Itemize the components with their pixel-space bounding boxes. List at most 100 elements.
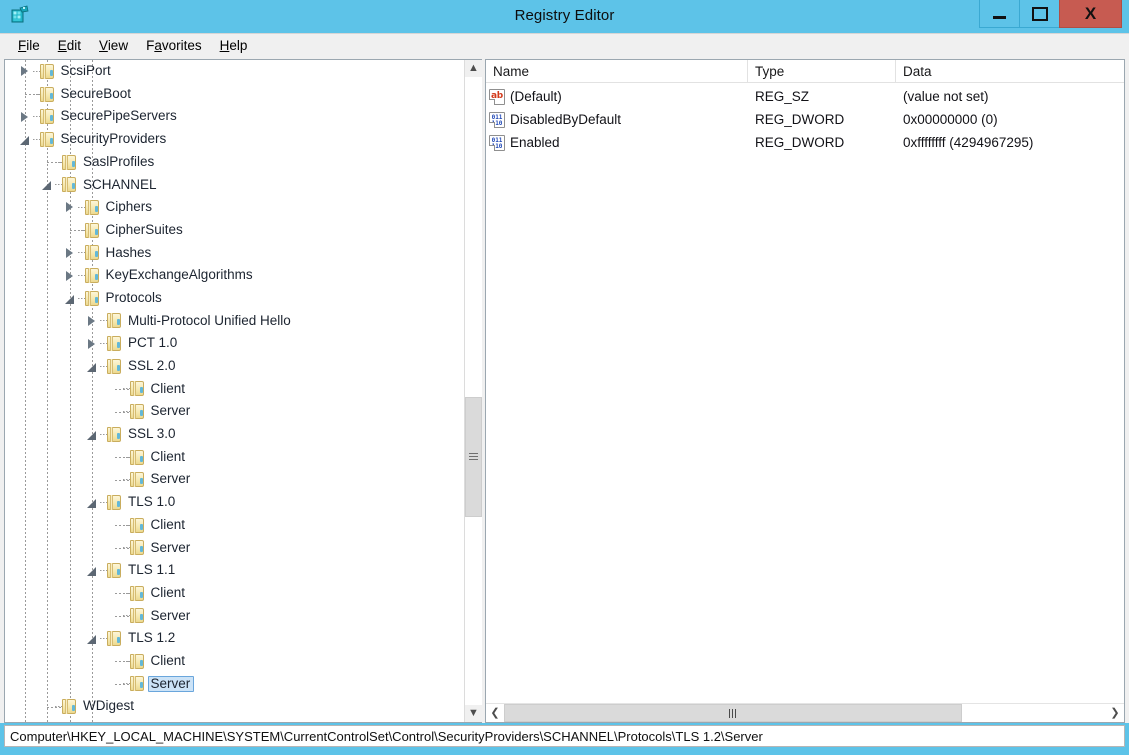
minimize-button[interactable]	[979, 0, 1020, 28]
maximize-button[interactable]	[1019, 0, 1060, 28]
tree-node[interactable]: TLS 1.2	[5, 627, 464, 650]
tree-node[interactable]: Server	[5, 536, 464, 559]
tree-node[interactable]: SaslProfiles	[5, 151, 464, 174]
tree-node[interactable]: Client	[5, 446, 464, 469]
tree-node[interactable]: Protocols	[5, 287, 464, 310]
tree-node[interactable]: Server	[5, 673, 464, 696]
tree-scroll-track[interactable]	[465, 77, 482, 705]
expander-collapsed[interactable]	[17, 66, 33, 77]
tree-node[interactable]: Hashes	[5, 242, 464, 265]
expand-arrow-icon[interactable]	[65, 270, 73, 281]
expand-arrow-icon[interactable]	[88, 315, 95, 326]
registry-value-row[interactable]: 011 110 Enabled REG_DWORD 0xffffffff (429496…	[486, 131, 1124, 154]
expander-collapsed[interactable]	[84, 315, 100, 326]
scroll-up-button[interactable]: ▲	[465, 60, 482, 77]
status-bar: Computer\HKEY_LOCAL_MACHINE\SYSTEM\Curre…	[4, 725, 1125, 747]
expand-arrow-icon[interactable]	[88, 338, 95, 349]
scroll-left-button[interactable]: ❮	[486, 704, 504, 722]
expand-arrow-icon[interactable]	[65, 202, 73, 213]
tree-node[interactable]: Ciphers	[5, 196, 464, 219]
value-name: DisabledByDefault	[510, 112, 622, 127]
collapse-arrow-icon[interactable]	[42, 181, 51, 191]
collapse-arrow-icon[interactable]	[87, 635, 96, 645]
expander-collapsed[interactable]	[62, 270, 78, 281]
tree-node[interactable]: KeyExchangeAlgorithms	[5, 264, 464, 287]
registry-key-folder-icon	[107, 631, 123, 647]
expander-expanded[interactable]	[84, 361, 100, 372]
menu-help[interactable]: Help	[211, 36, 257, 56]
tree-node[interactable]: ScsiPort	[5, 60, 464, 83]
tree-node[interactable]: TLS 1.1	[5, 559, 464, 582]
collapse-arrow-icon[interactable]	[87, 362, 96, 372]
expander-expanded[interactable]	[84, 565, 100, 576]
tree-node-label: SCHANNEL	[83, 176, 157, 192]
tree-node[interactable]: SSL 2.0	[5, 355, 464, 378]
tree-vertical-scrollbar[interactable]: ▲ ▼	[464, 60, 482, 722]
collapse-arrow-icon[interactable]	[87, 566, 96, 576]
tree-node[interactable]: Client	[5, 378, 464, 401]
menu-view[interactable]: View	[90, 36, 137, 56]
tree-node[interactable]: SecurityProviders	[5, 128, 464, 151]
grip-icon	[469, 453, 478, 461]
scroll-right-button[interactable]: ❯	[1106, 704, 1124, 722]
registry-tree-pane[interactable]: ScsiPort SecureBoot SecurePipeServers Secur…	[4, 59, 482, 723]
expand-arrow-icon[interactable]	[65, 247, 73, 258]
value-data: 0xffffffff (4294967295)	[903, 135, 1034, 150]
list-horizontal-scrollbar[interactable]: ❮ ❯	[486, 703, 1124, 722]
registry-key-folder-icon	[62, 177, 78, 193]
collapse-arrow-icon[interactable]	[87, 430, 96, 440]
collapse-arrow-icon[interactable]	[64, 294, 74, 304]
expander-expanded[interactable]	[84, 429, 100, 440]
registry-values-list[interactable]: ab (Default) REG_SZ (value not set) 011 110 Di…	[486, 83, 1124, 703]
tree-node[interactable]: Client	[5, 514, 464, 537]
expander-expanded[interactable]	[84, 497, 100, 508]
expander-expanded[interactable]	[62, 293, 78, 304]
expander-collapsed[interactable]	[17, 111, 33, 122]
list-scroll-track[interactable]	[504, 704, 1106, 722]
expander-expanded[interactable]	[84, 633, 100, 645]
collapse-arrow-icon[interactable]	[87, 498, 96, 508]
tree-node[interactable]: Server	[5, 468, 464, 491]
tree-node[interactable]: WDigest	[5, 695, 464, 718]
expander-collapsed[interactable]	[84, 338, 100, 349]
tree-node[interactable]: Client	[5, 582, 464, 605]
menu-file[interactable]: File	[9, 36, 49, 56]
tree-elbow-connector	[47, 706, 61, 708]
registry-value-row[interactable]: ab (Default) REG_SZ (value not set)	[486, 85, 1124, 108]
expander-expanded[interactable]	[17, 134, 33, 145]
tree-node[interactable]: SCHANNEL	[5, 173, 464, 196]
tree-node[interactable]: Multi-Protocol Unified Hello	[5, 310, 464, 333]
column-header-type[interactable]: Type	[748, 60, 896, 82]
title-bar[interactable]: Registry Editor X	[0, 0, 1129, 33]
tree-scroll-thumb[interactable]	[465, 397, 482, 517]
tree-node[interactable]: Client	[5, 650, 464, 673]
registry-value-row[interactable]: 011 110 DisabledByDefault REG_DWORD 0x000000…	[486, 108, 1124, 131]
expander-collapsed[interactable]	[62, 247, 78, 258]
menu-edit[interactable]: Edit	[49, 36, 90, 56]
registry-key-folder-icon	[107, 562, 123, 578]
column-header-data[interactable]: Data	[896, 60, 1124, 82]
expander-collapsed[interactable]	[62, 202, 78, 213]
expand-arrow-icon[interactable]	[20, 111, 28, 122]
registry-key-folder-icon	[84, 290, 101, 306]
registry-key-folder-icon	[129, 585, 146, 601]
tree-node[interactable]: SecurePipeServers	[5, 105, 464, 128]
close-button[interactable]: X	[1059, 0, 1122, 28]
value-name: Enabled	[510, 135, 560, 150]
expander-expanded[interactable]	[39, 179, 55, 191]
collapse-arrow-icon[interactable]	[19, 135, 29, 145]
tree-node[interactable]: PCT 1.0	[5, 332, 464, 355]
list-scroll-thumb[interactable]	[504, 704, 962, 722]
tree-node[interactable]: Server	[5, 400, 464, 423]
expand-arrow-icon[interactable]	[20, 66, 28, 77]
menu-favorites[interactable]: Favorites	[137, 36, 211, 56]
tree-node[interactable]: SecureBoot	[5, 83, 464, 106]
window-controls: X	[979, 0, 1122, 28]
tree-node[interactable]: TLS 1.0	[5, 491, 464, 514]
column-header-name[interactable]: Name	[486, 60, 748, 82]
tree-elbow-connector	[47, 161, 61, 163]
tree-node[interactable]: SSL 3.0	[5, 423, 464, 446]
registry-values-pane[interactable]: Name Type Data ab (Default) REG_SZ (value n…	[485, 59, 1125, 723]
tree-node[interactable]: Server	[5, 605, 464, 628]
scroll-down-button[interactable]: ▼	[465, 705, 482, 722]
